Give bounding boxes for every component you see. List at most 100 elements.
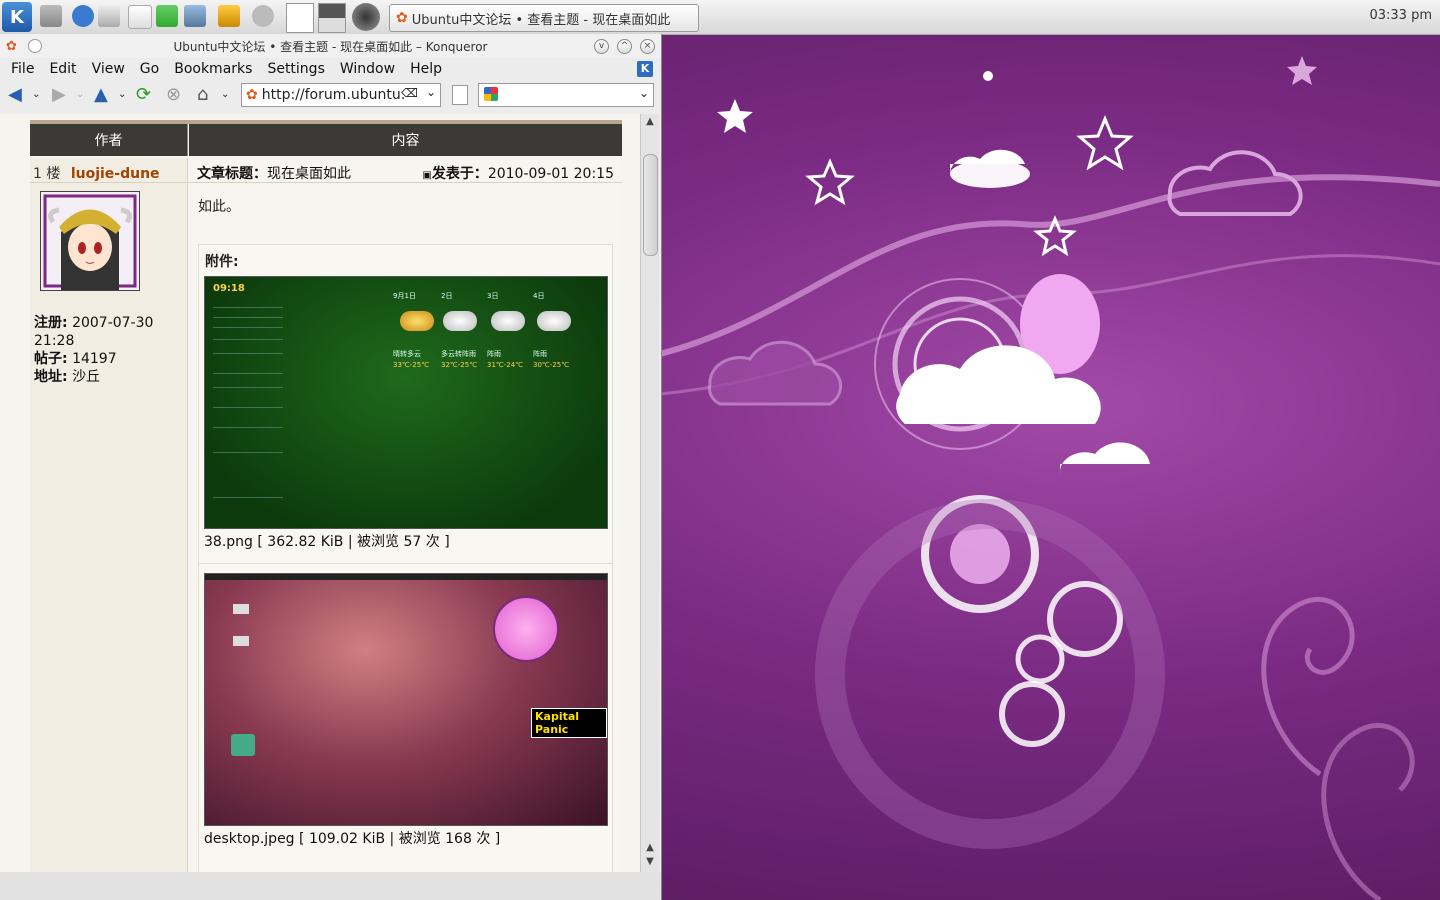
ubuntu-logo-icon: ✿	[396, 10, 408, 26]
thumb-weather-2: 多云转阵雨	[441, 350, 476, 358]
drive-icon	[233, 604, 249, 614]
posts-count: 14197	[72, 351, 117, 367]
post-body: 如此。	[198, 199, 240, 215]
post-subject: 现在桌面如此	[267, 166, 351, 182]
attachments-box: 附件: 09:18 9月1日 2日 3日 4日 晴转多云 多云转阵雨 阵雨 阵雨…	[198, 244, 613, 872]
thumb-line	[213, 353, 283, 354]
thumb-line	[213, 427, 283, 428]
volume-icon[interactable]	[98, 5, 120, 27]
forum-post-table: 作者 内容 1 楼 luojie-dune 注册: 2007-07-30 21:…	[30, 120, 622, 872]
menu-bookmarks[interactable]: Bookmarks	[174, 61, 252, 77]
menu-file[interactable]: File	[11, 61, 34, 77]
reload-icon[interactable]: ⟳	[136, 84, 151, 105]
search-engine-icon[interactable]	[484, 87, 498, 101]
files-icon[interactable]	[128, 5, 152, 29]
post-icon[interactable]: ▣	[422, 170, 431, 181]
mascot-icon	[493, 596, 559, 662]
back-launcher-icon[interactable]	[40, 5, 62, 27]
url-text: http://forum.ubuntu.	[261, 87, 406, 103]
k-menu-button[interactable]: K	[2, 2, 32, 32]
scroll-up-icon[interactable]: ▲	[643, 842, 657, 856]
avatar[interactable]	[40, 191, 140, 291]
search-field[interactable]: ⌄	[478, 83, 654, 107]
registered-label: 注册:	[34, 315, 68, 331]
avatar-image	[41, 192, 139, 290]
bluetooth-icon[interactable]	[72, 5, 94, 27]
vertical-scrollbar[interactable]: ▲ ▲ ▼	[640, 114, 659, 872]
post-number-line: 1 楼 luojie-dune	[33, 163, 160, 183]
notes-icon[interactable]	[218, 5, 240, 27]
window-titlebar[interactable]: ✿ Ubuntu中文论坛 • 查看主题 - 现在桌面如此 – Konqueror…	[0, 34, 661, 58]
back-dropdown-icon[interactable]: ⌄	[32, 84, 40, 104]
location-label: 地址:	[34, 369, 68, 385]
stop-icon[interactable]: ⊗	[166, 84, 181, 105]
attachment-size: 109.02 KiB	[308, 831, 386, 847]
home-dropdown-icon[interactable]: ⌄	[221, 84, 229, 104]
scroll-down-icon[interactable]: ▼	[643, 856, 657, 870]
minimize-button[interactable]: v	[594, 39, 609, 54]
menu-help[interactable]: Help	[410, 61, 442, 77]
thumb-line	[213, 373, 283, 374]
thumb-line	[213, 327, 283, 328]
back-arrow-icon[interactable]: ◀	[8, 84, 22, 105]
thumb-line	[213, 387, 283, 388]
search-dropdown-icon[interactable]: ⌄	[639, 86, 649, 100]
maximize-button[interactable]: ^	[617, 39, 632, 54]
thumb-temp-2: 32℃-25℃	[441, 361, 478, 369]
navigation-toolbar: ◀ ⌄ ▶ ⌄ ▲ ⌄ ⟳ ⊗ ⌂ ⌄ ✿ http://forum.ubunt…	[0, 80, 661, 108]
forward-dropdown-icon[interactable]: ⌄	[76, 84, 84, 104]
attachments-label: 附件:	[205, 254, 239, 270]
thumb-line	[213, 497, 283, 498]
clear-url-icon[interactable]: ⌫	[401, 86, 418, 100]
thumb-line	[213, 307, 283, 308]
author-profile: 注册: 2007-07-30 21:28 帖子: 14197 地址: 沙丘	[34, 314, 153, 386]
thumb-day-4: 4日	[533, 292, 545, 300]
column-header-author: 作者	[30, 124, 188, 156]
network-icon[interactable]	[184, 5, 206, 27]
thumb-line	[213, 317, 283, 318]
menu-settings[interactable]: Settings	[267, 61, 324, 77]
go-button[interactable]	[452, 85, 468, 105]
taskbar-title: Ubuntu中文论坛 • 查看主题 - 现在桌面如此	[411, 12, 671, 28]
clock[interactable]: 03:33 pm	[1369, 8, 1432, 23]
url-field[interactable]: ✿ http://forum.ubuntu. ⌫ ⌄	[241, 83, 441, 107]
forward-arrow-icon[interactable]: ▶	[52, 84, 66, 105]
kde-logo-icon: K	[637, 61, 653, 77]
info-icon[interactable]	[252, 5, 274, 27]
thumb-day-2: 2日	[441, 292, 453, 300]
post-date-line: ▣发表于：2010-09-01 20:15	[422, 163, 614, 183]
desktop-2-button[interactable]	[318, 3, 346, 33]
thumb-weather-1: 晴转多云	[393, 350, 421, 358]
menu-edit[interactable]: Edit	[49, 61, 76, 77]
up-dropdown-icon[interactable]: ⌄	[118, 84, 126, 104]
eye-icon[interactable]	[352, 3, 380, 31]
wallpaper-artwork	[660, 56, 1440, 900]
thumb-temp-4: 30℃-25℃	[533, 361, 570, 369]
menu-window[interactable]: Window	[340, 61, 395, 77]
cloud-icon	[491, 311, 525, 331]
attachment-caption-1: 38.png [ 362.82 KiB | 被浏览 57 次 ]	[204, 534, 450, 550]
close-button[interactable]: ×	[640, 39, 655, 54]
attachment-thumbnail-2[interactable]: Kapital Panic	[204, 573, 608, 826]
attachment-name[interactable]: 38.png	[204, 534, 253, 550]
author-link[interactable]: luojie-dune	[71, 166, 160, 182]
game-label: Kapital Panic	[531, 708, 607, 738]
scroll-up-icon[interactable]: ▲	[643, 116, 657, 130]
menu-view[interactable]: View	[92, 61, 125, 77]
pin-icon[interactable]	[156, 5, 178, 27]
desktop-1-button[interactable]	[286, 3, 314, 33]
attachment-thumbnail-1[interactable]: 09:18 9月1日 2日 3日 4日 晴转多云 多云转阵雨 阵雨 阵雨 33℃…	[204, 276, 608, 529]
up-arrow-icon[interactable]: ▲	[94, 84, 108, 105]
attachment-name[interactable]: desktop.jpeg	[204, 831, 295, 847]
thumb-day-3: 3日	[487, 292, 499, 300]
thumb-weather-3: 阵雨	[487, 350, 501, 358]
home-icon[interactable]: ⌂	[197, 84, 208, 105]
registered-time: 21:28	[34, 333, 75, 349]
menu-go[interactable]: Go	[140, 61, 159, 77]
scrollbar-thumb[interactable]	[643, 154, 658, 256]
thumb-temp-3: 31℃-24℃	[487, 361, 524, 369]
taskbar-konqueror-button[interactable]: ✿ Ubuntu中文论坛 • 查看主题 - 现在桌面如此	[389, 4, 699, 32]
url-dropdown-icon[interactable]: ⌄	[426, 85, 436, 99]
cloud-icon	[537, 311, 571, 331]
menu-bar: File Edit View Go Bookmarks Settings Win…	[0, 58, 661, 80]
